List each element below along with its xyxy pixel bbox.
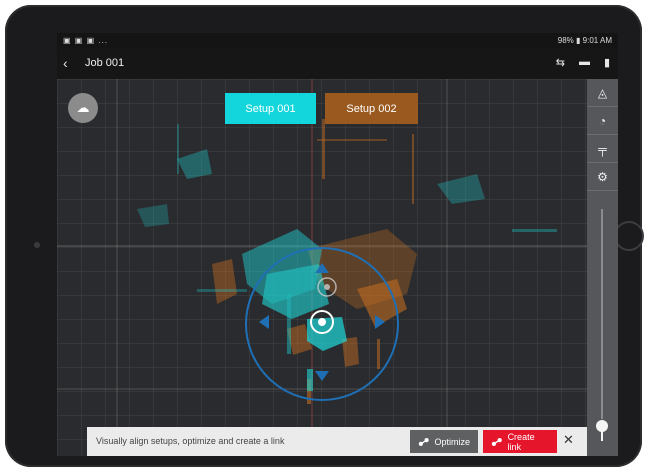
app-screen: ▣ ▣ ▣ ... 98% ▮ 9:01 AM ‹ Job 001 ⇆ ▬ ▮ [57, 33, 618, 456]
scanner-height-icon: ╤ [598, 141, 607, 156]
zoom-slider-stem [601, 431, 603, 441]
sidebar-item-compass[interactable]: ◔ [587, 107, 618, 135]
compass-icon: ◔ [598, 113, 607, 128]
scanner-icon[interactable]: ▬ [579, 56, 590, 69]
create-link-label: Create link [507, 431, 535, 452]
optimize-button[interactable]: Optimize [410, 430, 478, 453]
action-bar: Visually align setups, optimize and crea… [87, 427, 587, 456]
swap-icon[interactable]: ⇆ [556, 56, 565, 69]
setup-002-tab[interactable]: Setup 002 [325, 93, 418, 124]
sidebar-item-settings[interactable]: ⚙ [587, 163, 618, 191]
page-title: Job 001 [85, 57, 125, 69]
front-camera [34, 242, 40, 248]
layers-icon: ☁ [76, 100, 90, 115]
instruction-text: Visually align setups, optimize and crea… [96, 436, 285, 446]
status-battery-time: 98% ▮ 9:01 AM [557, 36, 612, 45]
home-button[interactable] [614, 221, 644, 251]
setup-002-marker-dot [324, 284, 330, 290]
optimize-label: Optimize [434, 436, 470, 447]
gear-icon: ⚙ [597, 169, 608, 184]
status-bar: ▣ ▣ ▣ ... 98% ▮ 9:01 AM [57, 33, 618, 49]
app-bar-actions: ⇆ ▬ ▮ [556, 56, 610, 69]
tablet-frame: ▣ ▣ ▣ ... 98% ▮ 9:01 AM ‹ Job 001 ⇆ ▬ ▮ [5, 5, 644, 467]
close-icon[interactable]: ✕ [563, 432, 574, 448]
zoom-slider-track[interactable] [601, 209, 603, 419]
sidebar-item-scanner[interactable]: ╤ [587, 135, 618, 163]
sidebar-item-view[interactable]: ◬ [587, 79, 618, 107]
setup-001-tab[interactable]: Setup 001 [225, 93, 316, 124]
create-link-button[interactable]: Create link [483, 430, 557, 453]
create-link-icon [491, 437, 502, 446]
app-bar: ‹ Job 001 ⇆ ▬ ▮ [57, 49, 618, 79]
battery-icon[interactable]: ▮ [604, 56, 610, 69]
link-icon [418, 437, 429, 446]
tool-sidebar: ◬ ◔ ╤ ⚙ [587, 79, 618, 456]
view-mode-icon: ◬ [597, 85, 608, 100]
point-cloud-canvas [57, 79, 587, 456]
layers-button[interactable]: ☁ [68, 93, 98, 123]
status-icons: ▣ ▣ ▣ ... [63, 36, 109, 45]
back-arrow-icon[interactable]: ‹ [63, 55, 68, 71]
point-cloud-viewport[interactable]: ☁ Setup 001 Setup 002 [57, 79, 587, 456]
setup-001-marker-dot [318, 318, 326, 326]
